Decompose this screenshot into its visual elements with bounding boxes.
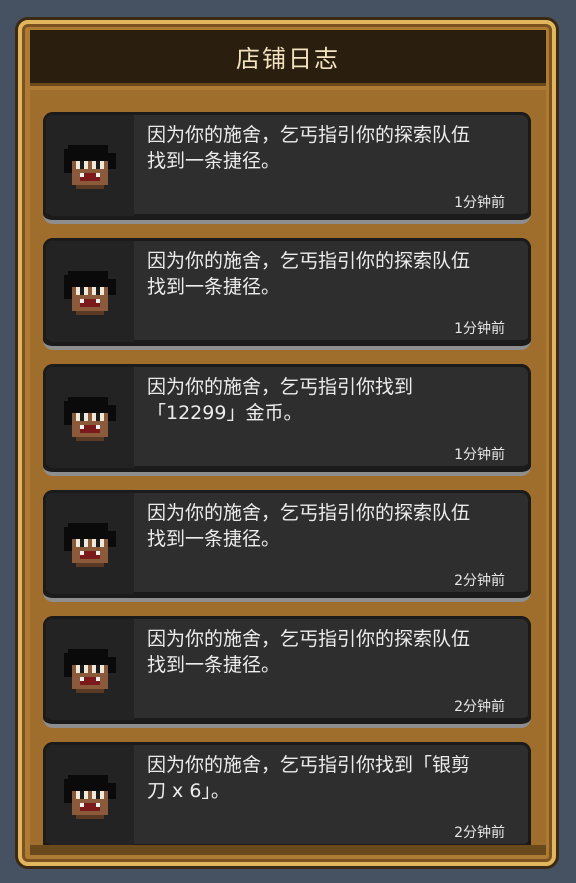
log-entry-time: 2分钟前 — [454, 699, 505, 715]
log-entry-text: 因为你的施舍，乞丐指引你的探索队伍 找到一条捷径。 — [147, 124, 471, 172]
log-entry-text: 因为你的施舍，乞丐指引你的探索队伍 找到一条捷径。 — [147, 628, 471, 676]
beggar-portrait-icon — [46, 241, 134, 342]
log-entry[interactable]: 因为你的施舍，乞丐指引你找到 「12299」金币。 1分钟前 — [43, 364, 531, 476]
log-entry[interactable]: 因为你的施舍，乞丐指引你的探索队伍 找到一条捷径。 2分钟前 — [43, 616, 531, 728]
log-entry-time: 1分钟前 — [454, 321, 505, 337]
log-entry-text: 因为你的施舍，乞丐指引你找到 「12299」金币。 — [147, 376, 414, 424]
log-list[interactable]: 因为你的施舍，乞丐指引你的探索队伍 找到一条捷径。 1分钟前 因为你的施舍，乞丐… — [30, 90, 546, 848]
beggar-portrait-icon — [46, 619, 134, 720]
log-entry-text: 因为你的施舍，乞丐指引你找到「银剪 刀 x 6」。 — [147, 754, 471, 802]
beggar-portrait-icon — [46, 115, 134, 216]
frame-bottom-edge — [30, 845, 546, 855]
page-title: 店铺日志 — [236, 45, 340, 73]
log-entry[interactable]: 因为你的施舍，乞丐指引你的探索队伍 找到一条捷径。 1分钟前 — [43, 112, 531, 224]
log-entry[interactable]: 因为你的施舍，乞丐指引你找到「银剪 刀 x 6」。 2分钟前 — [43, 742, 531, 848]
log-entry-time: 2分钟前 — [454, 573, 505, 589]
log-entry[interactable]: 因为你的施舍，乞丐指引你的探索队伍 找到一条捷径。 1分钟前 — [43, 238, 531, 350]
beggar-portrait-icon — [46, 367, 134, 468]
beggar-portrait-icon — [46, 493, 134, 594]
log-entry-time: 1分钟前 — [454, 447, 505, 463]
log-entry-text: 因为你的施舍，乞丐指引你的探索队伍 找到一条捷径。 — [147, 502, 471, 550]
beggar-portrait-icon — [46, 745, 134, 846]
log-entry-time: 1分钟前 — [454, 195, 505, 211]
log-header: 店铺日志 — [30, 30, 546, 86]
log-entry[interactable]: 因为你的施舍，乞丐指引你的探索队伍 找到一条捷径。 2分钟前 — [43, 490, 531, 602]
log-entry-text: 因为你的施舍，乞丐指引你的探索队伍 找到一条捷径。 — [147, 250, 471, 298]
log-entry-time: 2分钟前 — [454, 825, 505, 841]
